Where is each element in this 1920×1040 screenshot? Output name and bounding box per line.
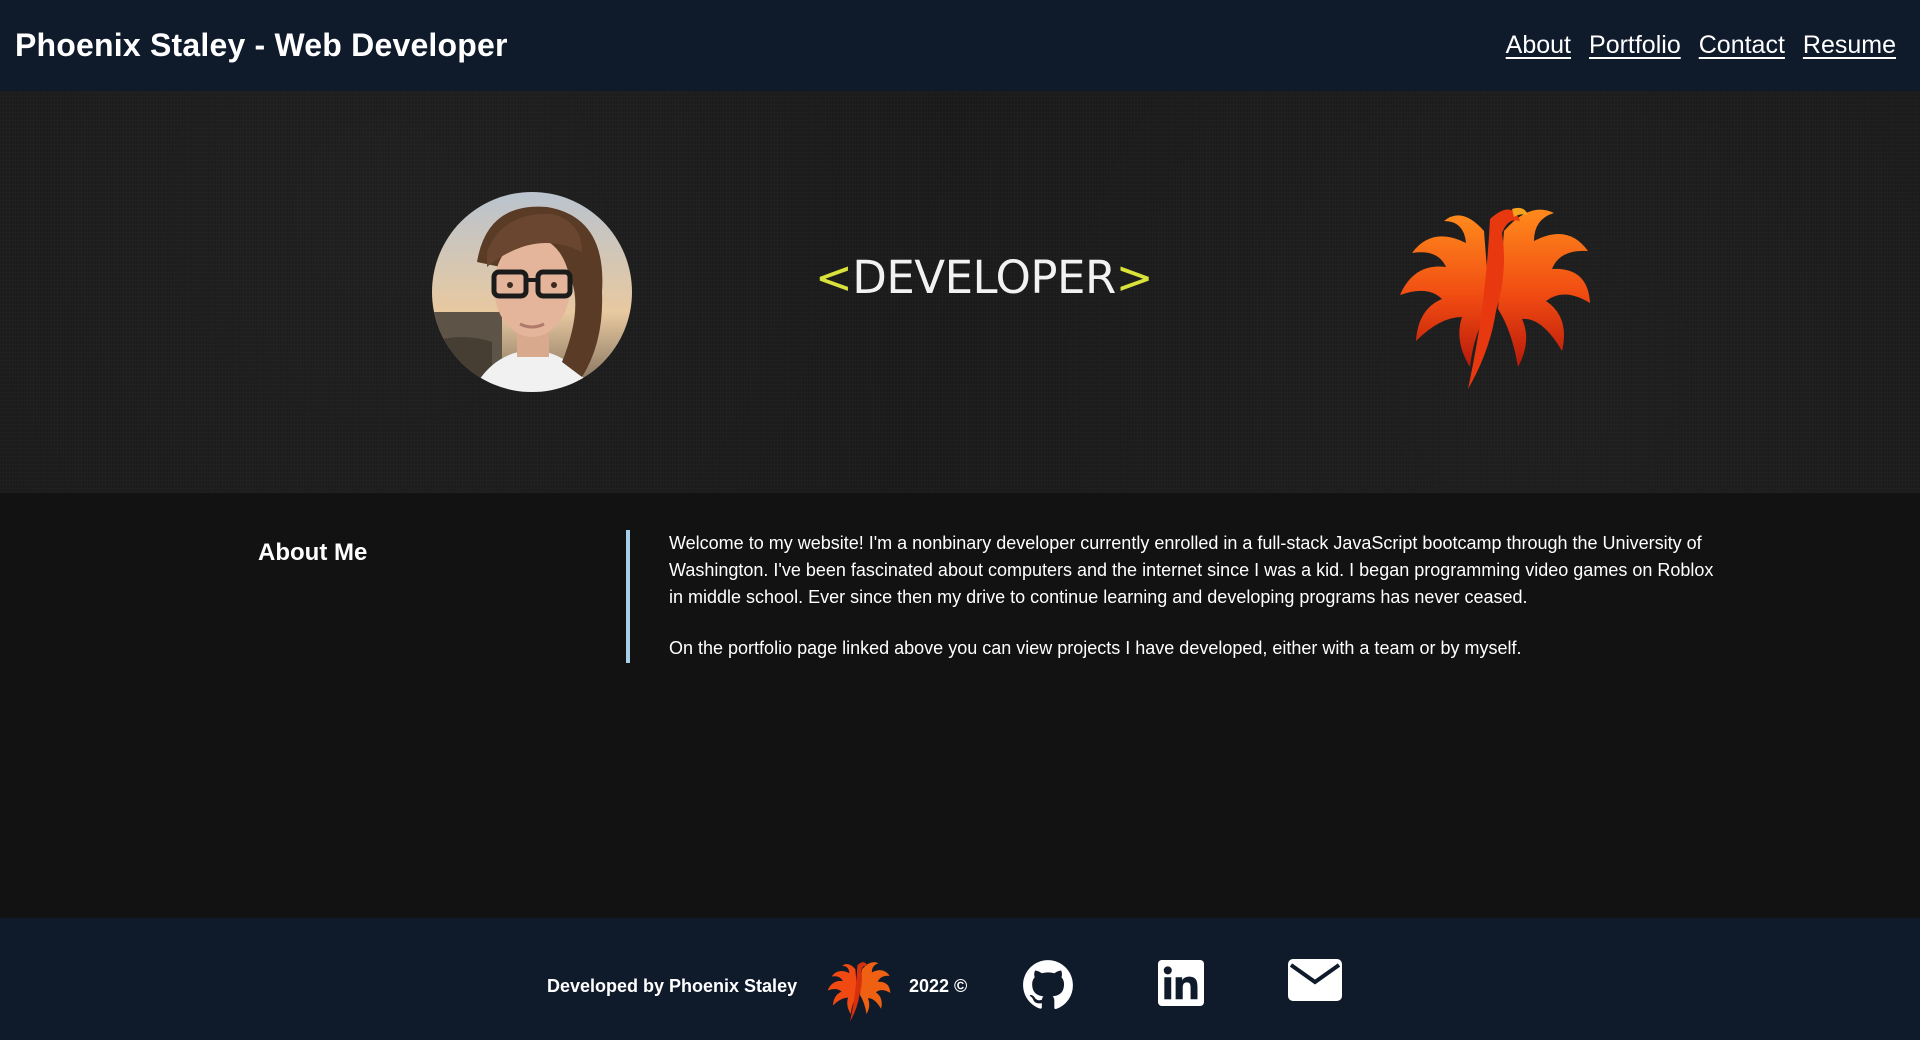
- about-section: About Me Welcome to my website! I'm a no…: [0, 493, 1920, 918]
- nav-link-resume[interactable]: Resume: [1803, 31, 1896, 60]
- linkedin-icon[interactable]: [1158, 959, 1204, 1007]
- github-icon[interactable]: [1022, 959, 1074, 1011]
- main-nav: About Portfolio Contact Resume: [1506, 31, 1896, 60]
- footer-credit: Developed by Phoenix Staley: [547, 976, 798, 996]
- avatar: [432, 192, 632, 392]
- developer-logo-word: DEVELOPER: [852, 251, 1116, 304]
- developer-logo-open-bracket: <: [815, 251, 853, 304]
- hero-banner: <DEVELOPER>: [0, 91, 1920, 493]
- phoenix-footer-icon: [827, 962, 891, 1022]
- site-footer: Developed by Phoenix Staley 2022 ©: [0, 918, 1920, 1040]
- about-text: Welcome to my website! I'm a nonbinary d…: [669, 530, 1719, 686]
- site-header: Phoenix Staley - Web Developer About Por…: [0, 0, 1920, 91]
- profile-photo: [432, 192, 632, 392]
- about-heading: About Me: [258, 539, 368, 566]
- nav-link-about[interactable]: About: [1506, 31, 1571, 60]
- about-divider: [626, 530, 630, 663]
- footer-year: 2022 ©: [909, 976, 968, 996]
- nav-link-portfolio[interactable]: Portfolio: [1589, 31, 1681, 60]
- about-paragraph-intro: Welcome to my website! I'm a nonbinary d…: [669, 533, 1714, 607]
- phoenix-logo-icon: [1400, 207, 1590, 389]
- site-title: Phoenix Staley - Web Developer: [15, 27, 508, 63]
- developer-logo-close-bracket: >: [1115, 251, 1154, 304]
- developer-logo: <DEVELOPER>: [815, 251, 1153, 304]
- about-paragraph-portfolio: On the portfolio page linked above you c…: [669, 638, 1522, 658]
- nav-link-contact[interactable]: Contact: [1699, 31, 1785, 60]
- email-icon[interactable]: [1288, 959, 1342, 1001]
